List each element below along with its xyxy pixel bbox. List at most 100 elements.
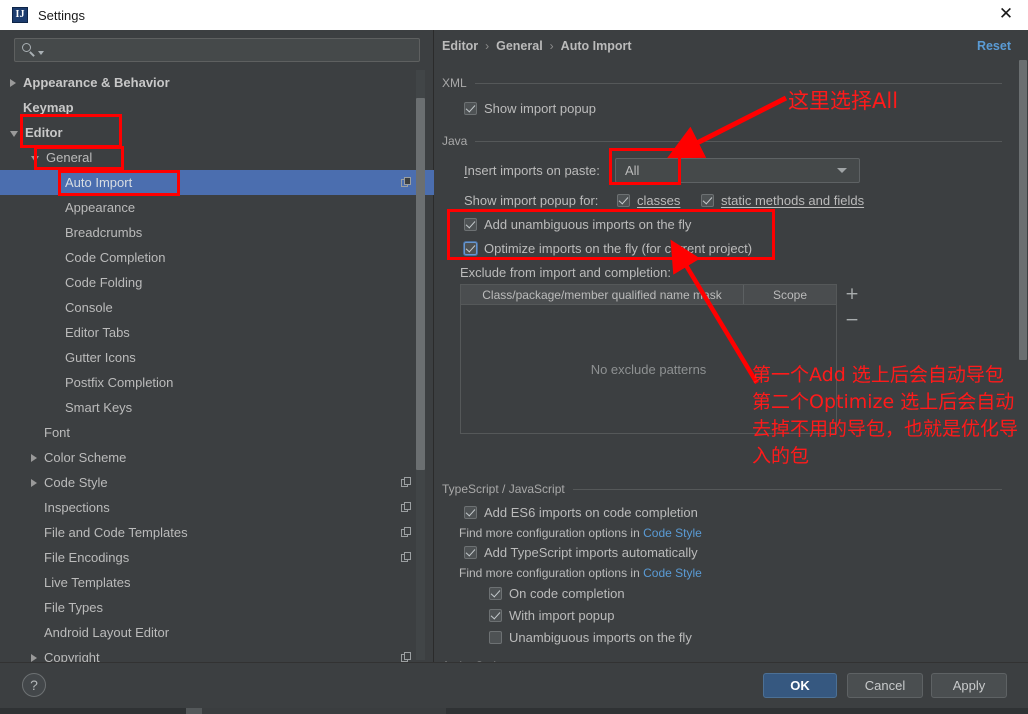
code-style-link[interactable]: Code Style (643, 566, 702, 580)
sidebar-item-label: Code Style (44, 475, 108, 490)
checkbox-add-unambiguous-imports[interactable]: Add unambiguous imports on the fly (464, 217, 691, 232)
breadcrumb-separator: › (549, 39, 554, 53)
sidebar-item-code-style[interactable]: Code Style (0, 470, 434, 495)
table-column-header-scope[interactable]: Scope (744, 285, 836, 304)
insert-imports-on-paste-dropdown[interactable]: All (615, 158, 860, 183)
section-divider (572, 488, 1002, 490)
sidebar-item-gutter-icons[interactable]: Gutter Icons (0, 345, 434, 370)
sidebar-item-editor-tabs[interactable]: Editor Tabs (0, 320, 434, 345)
checkbox-add-typescript-imports[interactable]: Add TypeScript imports automatically (464, 545, 698, 560)
sidebar-item-postfix-completion[interactable]: Postfix Completion (0, 370, 434, 395)
detail-scrollbar[interactable] (1019, 60, 1027, 360)
copy-icon[interactable] (401, 177, 412, 188)
sidebar-item-label: Appearance (65, 200, 136, 215)
checkbox-classes[interactable]: classes (617, 193, 680, 208)
chevron-down-icon[interactable] (837, 168, 847, 173)
chevron-right-icon[interactable] (10, 78, 16, 87)
sidebar-item-copyright[interactable]: Copyright (0, 645, 434, 662)
sidebar-item-inspections[interactable]: Inspections (0, 495, 434, 520)
checkbox-add-es6-imports[interactable]: Add ES6 imports on code completion (464, 505, 698, 520)
checkbox-box[interactable] (464, 102, 477, 115)
checkbox-box[interactable] (464, 242, 477, 255)
checkbox-box[interactable] (489, 587, 502, 600)
app-icon: IJ (12, 7, 28, 23)
breadcrumb-item-0[interactable]: Editor (442, 39, 478, 53)
sidebar-item-editor[interactable]: Editor (0, 120, 434, 145)
sidebar-item-breadcrumbs[interactable]: Breadcrumbs (0, 220, 434, 245)
checkbox-box[interactable] (617, 194, 630, 207)
checkbox-box[interactable] (489, 631, 502, 644)
section-header-java: Java (442, 134, 1002, 148)
checkbox-box[interactable] (701, 194, 714, 207)
copy-icon[interactable] (401, 502, 412, 513)
sidebar-item-label: Code Folding (65, 275, 143, 290)
copy-icon[interactable] (401, 552, 412, 563)
copy-icon[interactable] (401, 527, 412, 538)
sidebar-item-color-scheme[interactable]: Color Scheme (0, 445, 434, 470)
sidebar-item-code-completion[interactable]: Code Completion (0, 245, 434, 270)
table-column-header-mask[interactable]: Class/package/member qualified name mask (461, 285, 744, 304)
checkbox-on-code-completion[interactable]: On code completion (489, 586, 625, 601)
checkbox-box[interactable] (464, 506, 477, 519)
taskbar-item[interactable] (202, 708, 446, 714)
copy-icon[interactable] (401, 652, 412, 662)
chevron-right-icon[interactable] (31, 653, 37, 662)
cancel-button[interactable]: Cancel (847, 673, 923, 698)
sidebar-scrollbar[interactable] (416, 98, 425, 470)
ok-button[interactable]: OK (763, 673, 837, 698)
sidebar-item-file-and-code-templates[interactable]: File and Code Templates (0, 520, 434, 545)
sidebar-item-live-templates[interactable]: Live Templates (0, 570, 434, 595)
checkbox-box[interactable] (464, 546, 477, 559)
sidebar-item-label: Color Scheme (44, 450, 127, 465)
add-exclude-pattern-button[interactable]: + (843, 286, 861, 304)
sidebar-item-console[interactable]: Console (0, 295, 434, 320)
sidebar-item-label: File Types (44, 600, 104, 615)
close-icon[interactable]: ✕ (998, 6, 1014, 23)
checkbox-label: Add ES6 imports on code completion (484, 505, 698, 520)
sidebar-item-file-encodings[interactable]: File Encodings (0, 545, 434, 570)
taskbar-item[interactable] (186, 708, 202, 714)
code-style-link[interactable]: Code Style (643, 526, 702, 540)
checkbox-optimize-imports[interactable]: Optimize imports on the fly (for current… (464, 241, 752, 256)
sidebar-item-label: Gutter Icons (65, 350, 136, 365)
sidebar-item-label: Appearance & Behavior (23, 75, 170, 90)
sidebar-item-keymap[interactable]: Keymap (0, 95, 434, 120)
hint-text: Find more configuration options in (459, 566, 644, 580)
checkbox-label: Optimize imports on the fly (for current… (484, 241, 753, 256)
help-button[interactable]: ? (22, 673, 46, 697)
search-dropdown-icon[interactable] (38, 51, 44, 55)
breadcrumb-item-2: Auto Import (560, 39, 632, 53)
annotation-note-all: 这里选择All (788, 89, 899, 113)
checkbox-label: On code completion (509, 586, 625, 601)
copy-icon[interactable] (401, 477, 412, 488)
remove-exclude-pattern-button[interactable]: − (843, 312, 861, 330)
sidebar-item-general[interactable]: General (0, 145, 434, 170)
sidebar-item-appearance-behavior[interactable]: Appearance & Behavior (0, 70, 434, 95)
chevron-right-icon[interactable] (31, 453, 37, 462)
chevron-right-icon[interactable] (31, 478, 37, 487)
hint-code-style-1: Find more configuration options in Code … (459, 526, 702, 540)
sidebar-item-file-types[interactable]: File Types (0, 595, 434, 620)
search-input[interactable] (14, 38, 420, 62)
reset-link[interactable]: Reset (977, 39, 1011, 53)
chevron-down-icon[interactable] (10, 130, 18, 137)
sidebar-item-smart-keys[interactable]: Smart Keys (0, 395, 434, 420)
sidebar-item-font[interactable]: Font (0, 420, 434, 445)
sidebar-item-label: Editor (25, 125, 63, 140)
breadcrumb-item-1[interactable]: General (496, 39, 543, 53)
sidebar-item-label: Copyright (44, 650, 100, 662)
checkbox-show-import-popup[interactable]: Show import popup (464, 101, 596, 116)
checkbox-box[interactable] (464, 218, 477, 231)
sidebar-item-auto-import[interactable]: Auto Import (0, 170, 434, 195)
checkbox-box[interactable] (489, 609, 502, 622)
sidebar-item-appearance[interactable]: Appearance (0, 195, 434, 220)
sidebar-item-code-folding[interactable]: Code Folding (0, 270, 434, 295)
checkbox-unambiguous-imports-fly[interactable]: Unambiguous imports on the fly (489, 630, 692, 645)
checkbox-with-import-popup[interactable]: With import popup (489, 608, 615, 623)
sidebar-item-label: File and Code Templates (44, 525, 188, 540)
apply-button[interactable]: Apply (931, 673, 1007, 698)
taskbar (0, 708, 1028, 714)
checkbox-static-methods-and-fields[interactable]: static methods and fields (701, 193, 864, 208)
sidebar-item-android-layout-editor[interactable]: Android Layout Editor (0, 620, 434, 645)
chevron-down-icon[interactable] (31, 155, 39, 162)
